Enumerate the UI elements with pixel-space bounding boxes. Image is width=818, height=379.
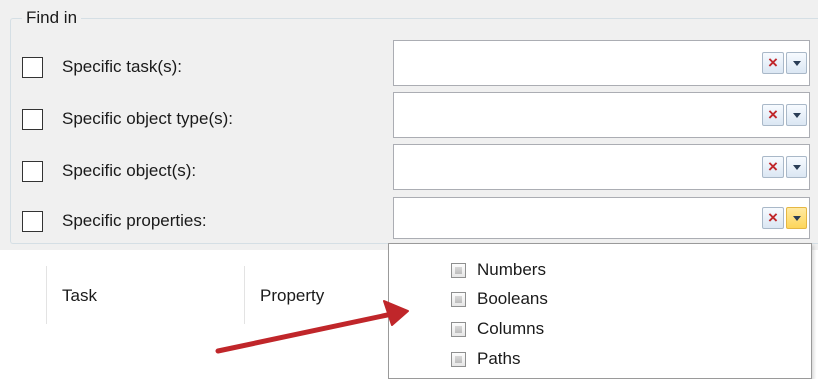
- annotation-arrow-icon: [215, 300, 409, 354]
